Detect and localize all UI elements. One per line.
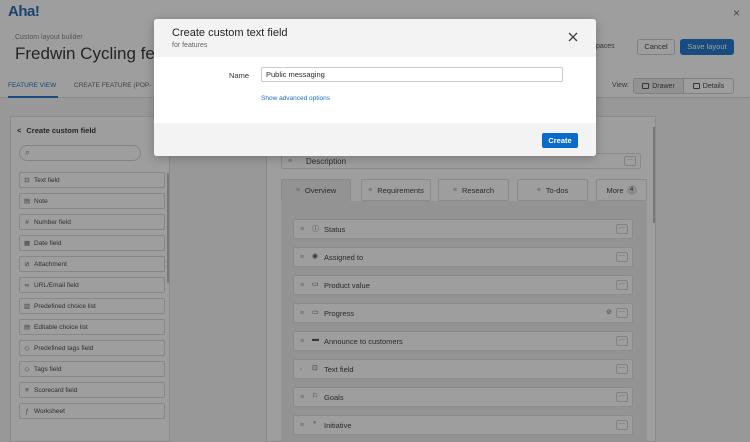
- modal-footer: Create: [154, 123, 596, 156]
- modal-subtitle: for features: [172, 42, 208, 49]
- show-advanced-options-link[interactable]: Show advanced options: [261, 95, 330, 102]
- create-field-modal: Create custom text field for features Na…: [154, 19, 596, 156]
- close-icon[interactable]: [568, 32, 578, 42]
- name-input[interactable]: [261, 67, 563, 82]
- name-label: Name: [229, 71, 250, 80]
- modal-header: Create custom text field for features: [154, 19, 596, 57]
- modal-title: Create custom text field: [172, 27, 288, 39]
- create-button[interactable]: Create: [542, 133, 578, 148]
- modal-body: Name Show advanced options: [154, 57, 596, 123]
